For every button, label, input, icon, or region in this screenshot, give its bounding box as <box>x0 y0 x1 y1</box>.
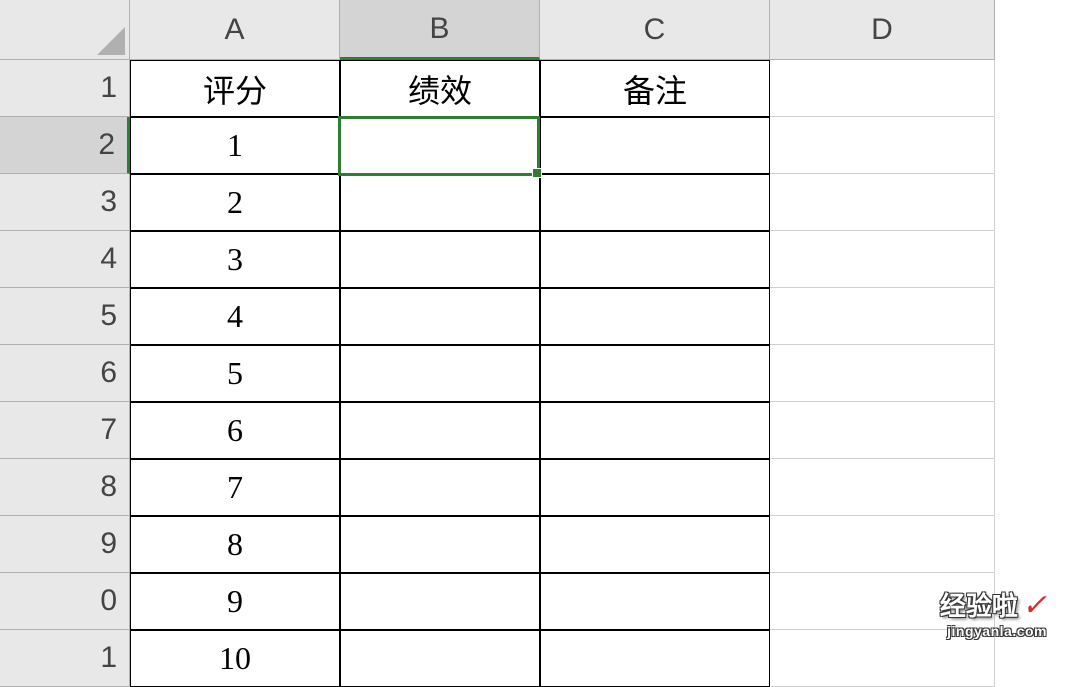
cell-a2[interactable]: 1 <box>130 117 340 174</box>
cell-b11[interactable] <box>340 630 540 687</box>
cell-c6[interactable] <box>540 345 770 402</box>
row-header-7[interactable]: 7 <box>0 402 130 459</box>
cell-d6[interactable] <box>770 345 995 402</box>
cell-d8[interactable] <box>770 459 995 516</box>
cell-c11[interactable] <box>540 630 770 687</box>
row-header-4[interactable]: 4 <box>0 231 130 288</box>
cell-b4[interactable] <box>340 231 540 288</box>
cell-d9[interactable] <box>770 516 995 573</box>
watermark-text: 经验啦 <box>940 591 1018 621</box>
row-header-1[interactable]: 1 <box>0 60 130 117</box>
cell-b8[interactable] <box>340 459 540 516</box>
cell-a3[interactable]: 2 <box>130 174 340 231</box>
watermark: 经验啦✓ jingyanla.com <box>940 586 1047 639</box>
cell-c9[interactable] <box>540 516 770 573</box>
cell-c3[interactable] <box>540 174 770 231</box>
row-header-10[interactable]: 0 <box>0 573 130 630</box>
cell-a5[interactable]: 4 <box>130 288 340 345</box>
column-header-b[interactable]: B <box>340 0 540 60</box>
cell-a8[interactable]: 7 <box>130 459 340 516</box>
row-header-9[interactable]: 9 <box>0 516 130 573</box>
cell-b3[interactable] <box>340 174 540 231</box>
column-header-a[interactable]: A <box>130 0 340 60</box>
cell-a4[interactable]: 3 <box>130 231 340 288</box>
cell-a10[interactable]: 9 <box>130 573 340 630</box>
row-header-2[interactable]: 2 <box>0 117 130 174</box>
cell-c1[interactable]: 备注 <box>540 60 770 117</box>
cell-d5[interactable] <box>770 288 995 345</box>
spreadsheet-grid: A B C D 1 评分 绩效 备注 2 1 3 2 4 <box>0 0 1065 687</box>
cell-c4[interactable] <box>540 231 770 288</box>
cell-b9[interactable] <box>340 516 540 573</box>
cell-b6[interactable] <box>340 345 540 402</box>
row-header-8[interactable]: 8 <box>0 459 130 516</box>
cell-b2[interactable] <box>340 117 540 174</box>
row-header-11[interactable]: 1 <box>0 630 130 687</box>
cell-c8[interactable] <box>540 459 770 516</box>
cell-d4[interactable] <box>770 231 995 288</box>
cell-d3[interactable] <box>770 174 995 231</box>
cell-a11[interactable]: 10 <box>130 630 340 687</box>
watermark-url: jingyanla.com <box>940 623 1047 639</box>
cell-b1[interactable]: 绩效 <box>340 60 540 117</box>
cell-b7[interactable] <box>340 402 540 459</box>
column-header-c[interactable]: C <box>540 0 770 60</box>
cell-d1[interactable] <box>770 60 995 117</box>
cell-a1[interactable]: 评分 <box>130 60 340 117</box>
cell-d2[interactable] <box>770 117 995 174</box>
cell-c2[interactable] <box>540 117 770 174</box>
cell-c10[interactable] <box>540 573 770 630</box>
cell-a7[interactable]: 6 <box>130 402 340 459</box>
corner-triangle-icon <box>97 27 125 55</box>
select-all-corner[interactable] <box>0 0 130 60</box>
cell-c5[interactable] <box>540 288 770 345</box>
row-header-3[interactable]: 3 <box>0 174 130 231</box>
cell-d7[interactable] <box>770 402 995 459</box>
cell-a9[interactable]: 8 <box>130 516 340 573</box>
cell-b10[interactable] <box>340 573 540 630</box>
cell-b5[interactable] <box>340 288 540 345</box>
cell-c7[interactable] <box>540 402 770 459</box>
cell-a6[interactable]: 5 <box>130 345 340 402</box>
column-header-d[interactable]: D <box>770 0 995 60</box>
row-header-6[interactable]: 6 <box>0 345 130 402</box>
row-header-5[interactable]: 5 <box>0 288 130 345</box>
watermark-check-icon: ✓ <box>1022 589 1047 622</box>
